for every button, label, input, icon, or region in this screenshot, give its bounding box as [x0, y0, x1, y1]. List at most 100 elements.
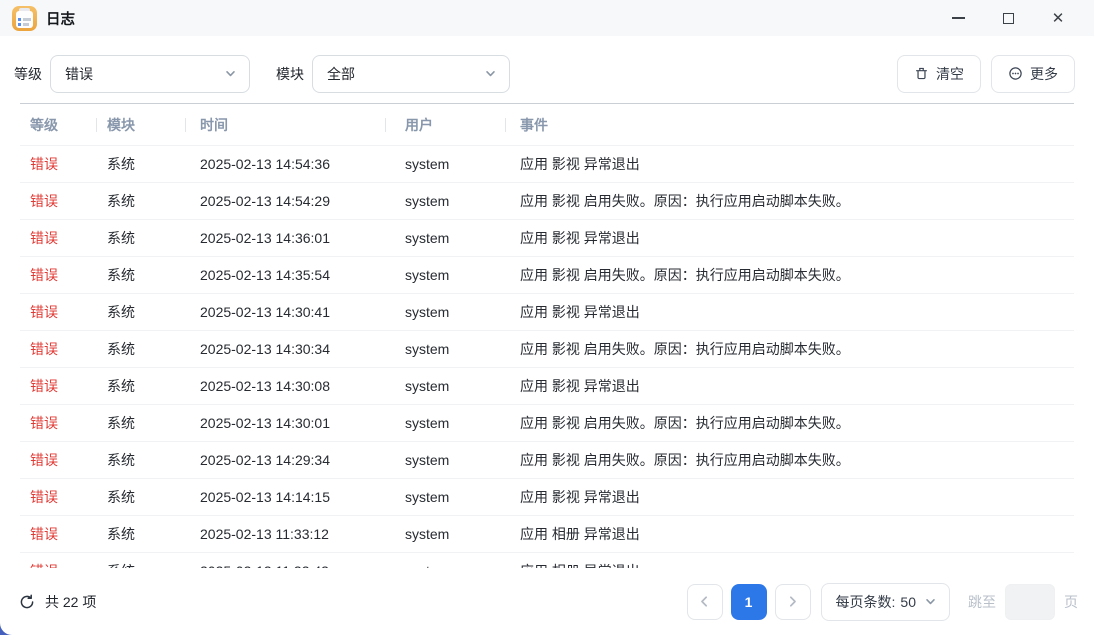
next-page-button[interactable]	[774, 583, 811, 620]
table-row: 错误 系统 2025-02-13 14:29:34 system 应用 影视 启…	[20, 441, 1074, 478]
log-user-cell: system	[405, 304, 450, 320]
circle-ellipsis-icon	[1009, 67, 1022, 80]
log-user-cell: system	[405, 526, 450, 542]
pagination: 1 每页条数: 50 跳至 页	[686, 582, 1078, 621]
table-row: 错误 系统 2025-02-13 14:54:36 system 应用 影视 异…	[20, 145, 1074, 182]
prev-page-button[interactable]	[686, 583, 723, 620]
log-event-cell: 应用 影视 异常退出	[520, 230, 640, 246]
module-label: 模块	[276, 65, 304, 82]
log-module-cell: 系统	[107, 193, 135, 209]
clear-button-label: 清空	[936, 65, 964, 82]
current-page-button[interactable]: 1	[730, 583, 767, 620]
log-event-cell: 应用 相册 异常退出	[520, 526, 640, 542]
column-header-level: 等级	[30, 116, 58, 133]
log-time-cell: 2025-02-13 14:30:01	[200, 415, 330, 431]
footer: 共 22 项 1 每页条数: 50 跳至 页	[0, 568, 1094, 635]
log-level-cell: 错误	[30, 341, 58, 357]
log-time-cell: 2025-02-13 14:30:08	[200, 378, 330, 394]
more-button-label: 更多	[1030, 65, 1058, 82]
log-module-cell: 系统	[107, 156, 135, 172]
jump-unit-label: 页	[1064, 593, 1078, 610]
column-header-event: 事件	[505, 104, 1074, 145]
log-time-cell: 2025-02-13 14:30:41	[200, 304, 330, 320]
log-level-cell: 错误	[30, 452, 58, 468]
log-user-cell: system	[405, 193, 450, 209]
log-time-cell: 2025-02-13 14:36:01	[200, 230, 330, 246]
clear-button[interactable]: 清空	[897, 54, 981, 93]
log-event-cell: 应用 影视 异常退出	[520, 304, 640, 320]
log-module-cell: 系统	[107, 304, 135, 320]
table-row: 错误 系统 2025-02-13 14:30:08 system 应用 影视 异…	[20, 367, 1074, 404]
window-title: 日志	[46, 11, 75, 28]
column-header-module: 模块	[96, 104, 185, 145]
total-items-text: 共 22 项	[45, 593, 97, 610]
titlebar: 日志 ✕	[0, 0, 1094, 36]
log-time-cell: 2025-02-13 14:54:29	[200, 193, 330, 209]
log-event-cell: 应用 影视 异常退出	[520, 489, 640, 505]
column-header-time: 时间	[185, 104, 385, 145]
chevron-left-icon	[701, 596, 708, 607]
log-event-cell: 应用 影视 启用失败。原因：执行应用启动脚本失败。	[520, 193, 850, 209]
column-header-user: 用户	[385, 104, 505, 145]
log-level-cell: 错误	[30, 267, 58, 283]
minimize-button[interactable]	[946, 6, 970, 30]
jump-page-input[interactable]	[1005, 583, 1055, 620]
log-module-cell: 系统	[107, 378, 135, 394]
table-row: 错误 系统 2025-02-13 14:30:01 system 应用 影视 启…	[20, 404, 1074, 441]
table-row: 错误 系统 2025-02-13 14:35:54 system 应用 影视 启…	[20, 256, 1074, 293]
chevron-down-icon	[486, 71, 495, 77]
log-module-cell: 系统	[107, 230, 135, 246]
log-event-cell: 应用 影视 启用失败。原因：执行应用启动脚本失败。	[520, 267, 850, 283]
log-time-cell: 2025-02-13 14:14:15	[200, 489, 330, 505]
table-row: 错误 系统 2025-02-13 14:36:01 system 应用 影视 异…	[20, 219, 1074, 256]
log-event-cell: 应用 影视 异常退出	[520, 156, 640, 172]
log-window: 日志 ✕ 等级 错误 模块 全部 清空 更多 等级 模块 时间 用户 事件 错误…	[0, 0, 1094, 635]
log-level-cell: 错误	[30, 304, 58, 320]
level-label: 等级	[14, 65, 42, 82]
per-page-select[interactable]: 每页条数: 50	[820, 582, 950, 621]
table-row: 错误 系统 2025-02-13 11:33:12 system 应用 相册 异…	[20, 515, 1074, 552]
log-user-cell: system	[405, 452, 450, 468]
log-level-cell: 错误	[30, 489, 58, 505]
log-level-cell: 错误	[30, 230, 58, 246]
log-module-cell: 系统	[107, 452, 135, 468]
window-controls: ✕	[946, 6, 1082, 30]
level-select-value: 错误	[65, 65, 93, 82]
per-page-label: 每页条数:	[835, 593, 896, 610]
filter-bar: 等级 错误 模块 全部 清空 更多	[0, 36, 1094, 103]
table-row: 错误 系统 2025-02-13 14:30:41 system 应用 影视 异…	[20, 293, 1074, 330]
log-time-cell: 2025-02-13 14:29:34	[200, 452, 330, 468]
refresh-icon	[20, 593, 34, 608]
table-row: 错误 系统 2025-02-13 14:30:34 system 应用 影视 启…	[20, 330, 1074, 367]
log-level-cell: 错误	[30, 156, 58, 172]
more-button[interactable]: 更多	[991, 54, 1075, 93]
jump-group: 跳至 页	[968, 583, 1078, 620]
log-module-cell: 系统	[107, 526, 135, 542]
log-module-cell: 系统	[107, 341, 135, 357]
log-level-cell: 错误	[30, 193, 58, 209]
trash-icon	[916, 67, 927, 80]
log-user-cell: system	[405, 378, 450, 394]
log-user-cell: system	[405, 341, 450, 357]
close-icon: ✕	[1051, 9, 1065, 27]
log-user-cell: system	[405, 156, 450, 172]
maximize-button[interactable]	[996, 6, 1020, 30]
log-level-cell: 错误	[20, 561, 96, 568]
level-select[interactable]: 错误	[50, 54, 250, 93]
maximize-icon	[1002, 12, 1014, 24]
chevron-down-icon	[926, 599, 935, 605]
log-module-cell: 系统	[96, 561, 185, 568]
log-module-cell: 系统	[107, 267, 135, 283]
table-row: 错误 系统 2025-02-13 11:32:43 system 应用 相册 异…	[20, 552, 1074, 568]
log-time-cell: 2025-02-13 14:54:36	[200, 156, 330, 172]
log-time-cell: 2025-02-13 11:33:12	[200, 526, 329, 542]
log-event-cell: 应用 影视 启用失败。原因：执行应用启动脚本失败。	[520, 452, 850, 468]
module-select[interactable]: 全部	[312, 54, 510, 93]
log-event-cell: 应用 影视 启用失败。原因：执行应用启动脚本失败。	[520, 415, 850, 431]
log-level-cell: 错误	[30, 415, 58, 431]
log-level-cell: 错误	[30, 526, 58, 542]
log-clipboard-icon	[12, 5, 37, 31]
total-group: 共 22 项	[18, 592, 96, 612]
close-button[interactable]: ✕	[1046, 6, 1070, 30]
refresh-button[interactable]	[18, 593, 36, 611]
